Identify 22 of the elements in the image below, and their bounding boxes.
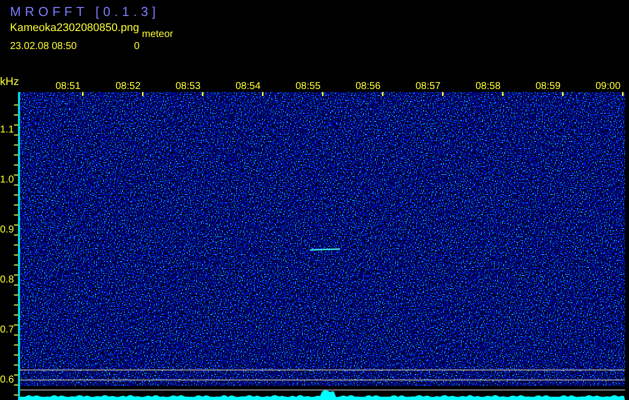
axis-unit: kHz: [0, 75, 19, 90]
frequency-label: 0.9: [0, 224, 14, 238]
frequency-label: 0.8: [0, 274, 14, 288]
date-time: 23.02.08 08:50: [10, 40, 77, 54]
time-label: 08:57: [415, 80, 441, 94]
frequency-label: 0.7: [0, 324, 14, 338]
time-label: 08:52: [115, 80, 141, 94]
time-label: 08:56: [355, 80, 381, 94]
counter-value: 0: [134, 40, 140, 54]
app-title: MROFFT [0.1.3]: [10, 3, 160, 21]
time-label: 08:53: [175, 80, 201, 94]
time-label: 08:55: [295, 80, 321, 94]
time-label: 09:00: [595, 80, 621, 94]
time-label: 08:59: [535, 80, 561, 94]
counter-label: meteor: [142, 28, 174, 42]
time-label: 08:54: [235, 80, 261, 94]
time-label: 08:51: [55, 80, 81, 94]
frequency-label: 1.0: [0, 174, 14, 188]
frequency-label: 0.6: [0, 374, 14, 388]
file-name: Kameoka2302080850.png: [10, 21, 140, 36]
time-label: 08:58: [475, 80, 501, 94]
frequency-label: 1.1: [0, 124, 14, 138]
